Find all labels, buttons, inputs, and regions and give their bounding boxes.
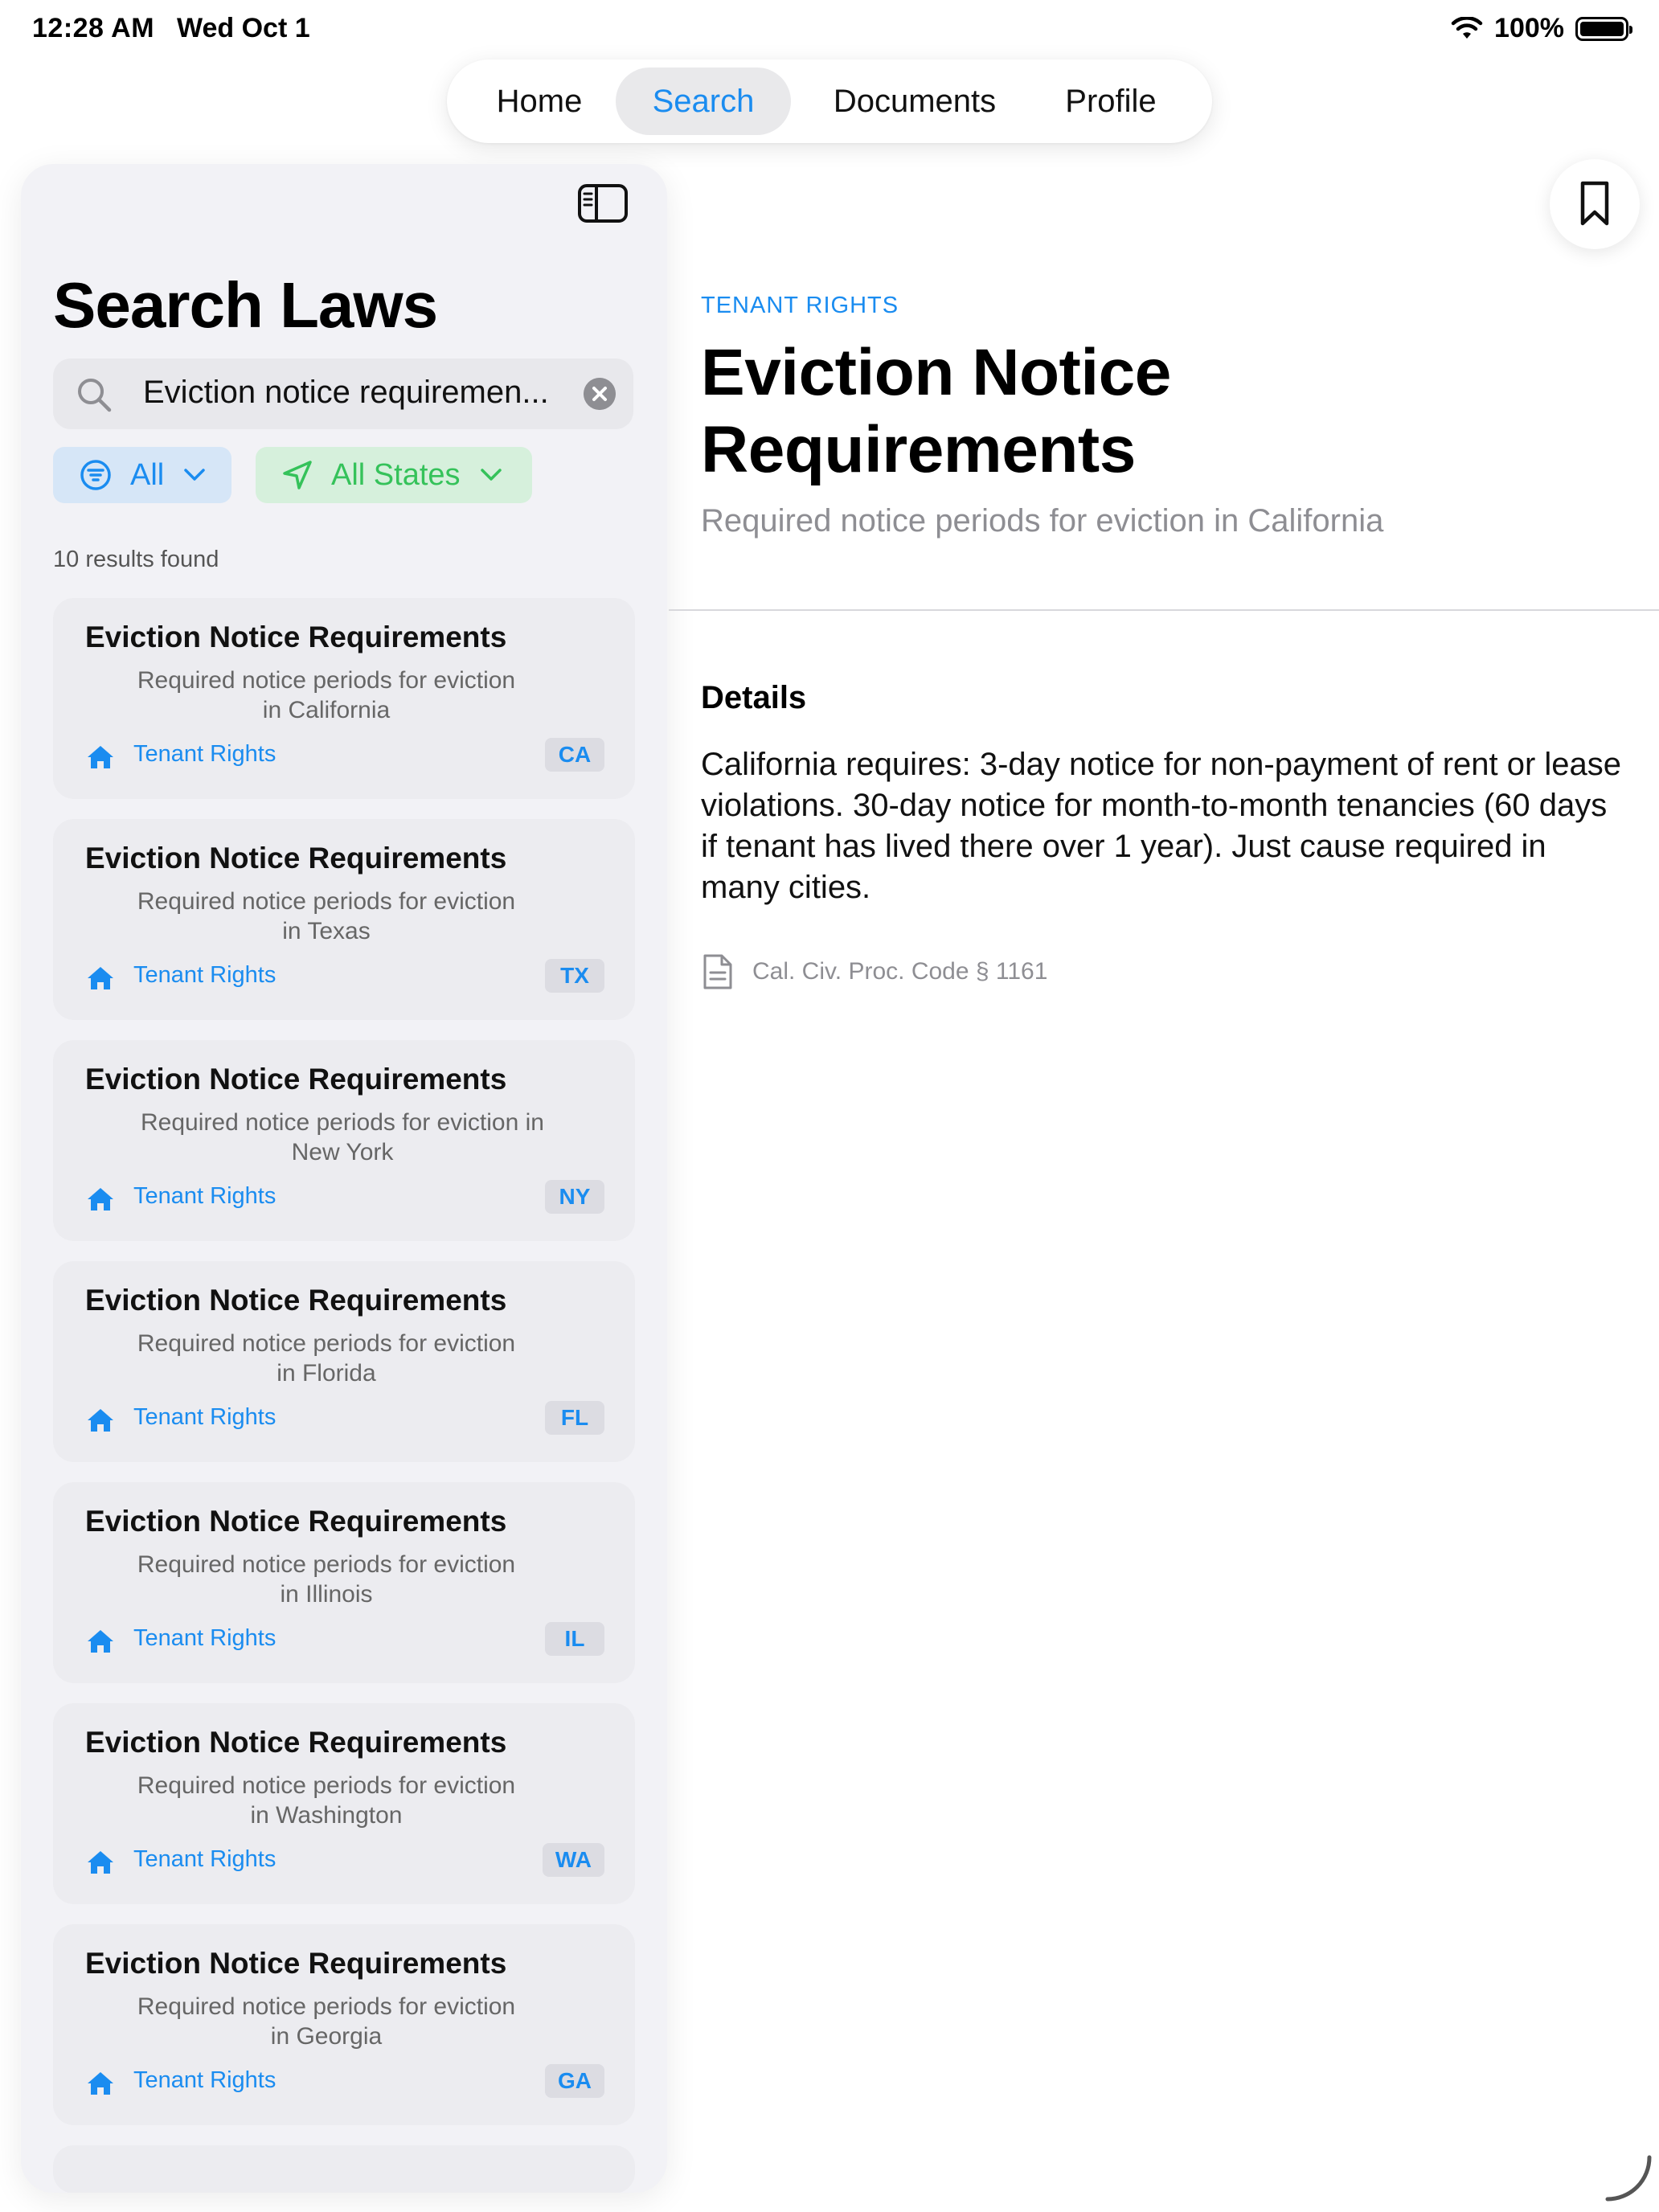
result-category: Tenant Rights — [133, 1625, 276, 1651]
location-arrow-icon — [283, 461, 312, 490]
result-category: Tenant Rights — [133, 962, 276, 988]
detail-subtitle: Required notice periods for eviction in … — [701, 503, 1384, 539]
scroll-corner-indicator — [1605, 2155, 1652, 2202]
search-input[interactable]: Eviction notice requiremen... — [53, 358, 633, 429]
result-title: Eviction Notice Requirements — [85, 621, 507, 653]
result-item[interactable]: Eviction Notice Requirements Required no… — [53, 1482, 635, 1683]
result-title: Eviction Notice Requirements — [85, 1947, 507, 1980]
bookmark-icon — [1580, 181, 1609, 226]
sidebar: Search Laws Eviction notice requiremen..… — [21, 164, 667, 2193]
tab-documents[interactable]: Documents — [805, 68, 1024, 135]
status-bar: 12:28 AM Wed Oct 1 100% — [0, 0, 1659, 61]
tab-profile[interactable]: Profile — [1038, 68, 1183, 135]
state-badge: WA — [542, 1843, 604, 1877]
tab-bar: Home Search Documents Profile — [447, 59, 1212, 143]
result-title: Eviction Notice Requirements — [85, 842, 507, 875]
result-description: Required notice periods for eviction in G… — [137, 1993, 516, 2050]
result-title: Eviction Notice Requirements — [85, 1284, 507, 1317]
state-badge: NY — [545, 1180, 604, 1214]
house-icon — [88, 746, 113, 768]
wifi-icon — [1451, 16, 1483, 39]
sidebar-toggle-icon[interactable] — [577, 183, 629, 223]
house-icon — [88, 967, 113, 989]
state-badge: IL — [545, 1622, 604, 1656]
state-filter-label: All States — [331, 457, 461, 492]
result-description: Required notice periods for eviction in F… — [137, 1330, 516, 1387]
result-item-partial[interactable] — [53, 2145, 635, 2193]
state-badge: FL — [545, 1401, 604, 1435]
result-item[interactable]: Eviction Notice Requirements Required no… — [53, 1703, 635, 1904]
status-right: 100% — [1451, 13, 1632, 44]
battery-percentage: 100% — [1494, 13, 1564, 43]
result-item[interactable]: Eviction Notice Requirements Required no… — [53, 1040, 635, 1241]
status-time: 12:28 AM — [32, 13, 155, 43]
detail-title: Eviction Notice Requirements — [701, 336, 1171, 486]
result-category: Tenant Rights — [133, 1846, 276, 1872]
state-badge: TX — [545, 959, 604, 993]
house-icon — [88, 1409, 113, 1432]
result-item[interactable]: Eviction Notice Requirements Required no… — [53, 1924, 635, 2125]
clear-icon[interactable] — [584, 378, 616, 410]
detail-category: TENANT RIGHTS — [701, 293, 899, 318]
state-badge: CA — [545, 738, 604, 772]
battery-icon — [1575, 16, 1632, 41]
result-category: Tenant Rights — [133, 741, 276, 767]
divider — [669, 609, 1659, 611]
bookmark-button[interactable] — [1550, 159, 1640, 249]
chevron-down-icon — [184, 469, 205, 481]
state-badge: GA — [545, 2064, 604, 2098]
house-icon — [88, 1851, 113, 1874]
result-description: Required notice periods for eviction in I… — [137, 1551, 516, 1608]
status-date: Wed Oct 1 — [177, 13, 310, 43]
state-filter-button[interactable]: All States — [256, 447, 532, 503]
category-filter-label: All — [130, 457, 165, 492]
search-icon — [78, 379, 112, 412]
citation-text[interactable]: Cal. Civ. Proc. Code § 1161 — [752, 958, 1047, 985]
result-description: Required notice periods for eviction in N… — [141, 1109, 544, 1165]
result-description: Required notice periods for eviction in W… — [137, 1772, 516, 1829]
result-category: Tenant Rights — [133, 1183, 276, 1209]
house-icon — [88, 2072, 113, 2095]
result-title: Eviction Notice Requirements — [85, 1726, 507, 1759]
tab-search[interactable]: Search — [616, 68, 791, 135]
result-description: Required notice periods for eviction in C… — [137, 667, 516, 723]
filter-icon — [80, 460, 111, 490]
search-value: Eviction notice requiremen... — [143, 375, 549, 410]
result-category: Tenant Rights — [133, 1404, 276, 1430]
result-item[interactable]: Eviction Notice Requirements Required no… — [53, 598, 635, 799]
category-filter-button[interactable]: All — [53, 447, 231, 503]
tab-home[interactable]: Home — [471, 68, 608, 135]
result-item[interactable]: Eviction Notice Requirements Required no… — [53, 819, 635, 1020]
house-icon — [88, 1188, 113, 1210]
details-heading: Details — [701, 680, 807, 715]
results-count: 10 results found — [53, 547, 219, 572]
document-icon — [703, 954, 732, 989]
chevron-down-icon — [480, 469, 502, 481]
result-description: Required notice periods for eviction in T… — [137, 888, 516, 944]
result-category: Tenant Rights — [133, 2067, 276, 2093]
page-title: Search Laws — [53, 269, 438, 341]
result-title: Eviction Notice Requirements — [85, 1505, 507, 1538]
result-title: Eviction Notice Requirements — [85, 1063, 507, 1096]
house-icon — [88, 1630, 113, 1653]
result-item[interactable]: Eviction Notice Requirements Required no… — [53, 1261, 635, 1462]
details-body: California requires: 3-day notice for no… — [701, 747, 1622, 905]
